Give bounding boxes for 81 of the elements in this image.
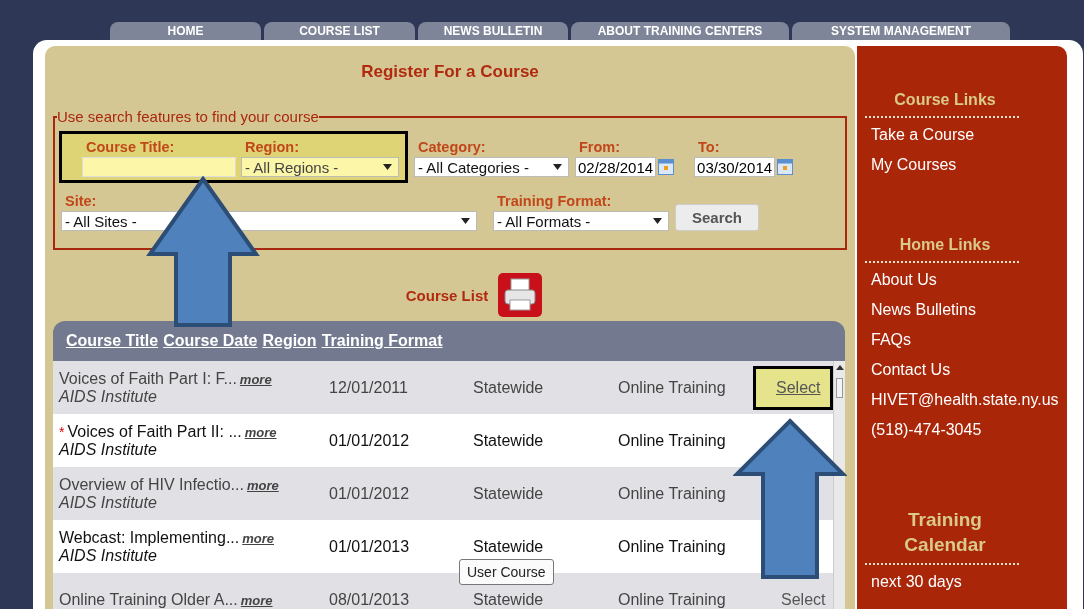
printer-icon[interactable] (498, 273, 543, 317)
course-region: Statewide (473, 537, 545, 556)
field-label: Region: (244, 139, 300, 155)
dropdown[interactable]: - All Categories - (414, 157, 569, 177)
dropdown[interactable]: - All Regions - (241, 157, 399, 177)
sidebar-link[interactable]: My Courses (871, 150, 1067, 180)
dropdown-caret-icon (383, 164, 392, 170)
sidebar-link[interactable]: News Bulletins (871, 295, 1067, 325)
sidebar-link[interactable]: next 30 days (871, 567, 1067, 597)
course-format: Online Training (618, 431, 727, 450)
more-link[interactable]: more (239, 371, 272, 387)
course-region: Statewide (473, 590, 545, 609)
course-title: Voices of Faith Part II: ... (67, 422, 242, 441)
more-link[interactable]: more (240, 592, 273, 608)
search-button[interactable]: Search (675, 204, 759, 231)
course-date: 12/01/2011 (329, 378, 409, 397)
new-course-marker: * (59, 423, 65, 440)
scrollbar-thumb[interactable] (836, 378, 843, 398)
scroll-up-icon[interactable] (835, 365, 844, 370)
date-input[interactable]: 03/30/2014 (694, 157, 776, 177)
nav-tab[interactable]: ABOUT TRAINING CENTERS (571, 22, 789, 40)
calendar-icon[interactable] (777, 159, 794, 175)
sidebar-heading: Course Links (865, 91, 1019, 118)
column-header-link[interactable]: Training Format (321, 332, 443, 350)
scrollbar[interactable] (833, 361, 845, 609)
course-title: Webcast: Implementing... (59, 528, 240, 547)
course-provider: AIDS Institute (59, 493, 158, 512)
course-title: Online Training Older A... (59, 590, 238, 609)
text-input[interactable] (82, 157, 236, 177)
course-provider: AIDS Institute (59, 387, 158, 406)
sidebar-heading: Home Links (865, 236, 1019, 263)
sidebar-link[interactable]: Contact Us (871, 355, 1067, 385)
course-title: Voices of Faith Part I: F... (59, 369, 237, 388)
course-date: 01/01/2013 (329, 537, 411, 556)
date-input[interactable]: 02/28/2014 (575, 157, 657, 177)
sidebar-heading: Training Calendar (865, 507, 1019, 565)
sidebar-link[interactable]: About Us (871, 265, 1067, 295)
search-legend: Use search features to find your course (57, 108, 319, 125)
field-label: Training Format: (496, 193, 613, 209)
course-format: Online Training (618, 537, 727, 556)
field-label: From: (578, 139, 622, 155)
page-title: Register For a Course (360, 62, 540, 83)
sidebar-link[interactable]: FAQs (871, 325, 1067, 355)
column-header-link[interactable]: Region (262, 332, 317, 350)
course-region: Statewide (473, 378, 545, 397)
course-date: 01/01/2012 (329, 431, 411, 450)
field-label: To: (697, 139, 721, 155)
nav-tab[interactable]: COURSE LIST (264, 22, 415, 40)
course-provider: AIDS Institute (59, 546, 158, 565)
course-title: Overview of HIV Infectio... (59, 475, 244, 494)
nav-tab[interactable]: NEWS BULLETIN (418, 22, 568, 40)
calendar-icon[interactable] (658, 159, 675, 175)
field-label: Category: (417, 139, 487, 155)
sidebar-link[interactable]: HIVET@health.state.ny.us (871, 385, 1067, 415)
dropdown-caret-icon (653, 218, 662, 224)
more-link[interactable]: more (246, 477, 279, 493)
course-format: Online Training (618, 590, 727, 609)
sidebar-link[interactable]: (518)-474-3045 (871, 415, 1067, 445)
nav-tab[interactable]: HOME (110, 22, 261, 40)
select-link[interactable]: Select (753, 365, 834, 410)
course-date: 01/01/2012 (329, 484, 411, 503)
dropdown[interactable]: - All Formats - (493, 211, 669, 231)
select-link[interactable]: Select (761, 580, 834, 609)
nav-tab[interactable]: SYSTEM MANAGEMENT (792, 22, 1010, 40)
course-date: 08/01/2013 (329, 590, 411, 609)
dropdown-caret-icon (553, 164, 562, 170)
sidebar-link[interactable]: Take a Course (871, 120, 1067, 150)
field-label: Site: (64, 193, 98, 209)
course-region: Statewide (473, 484, 545, 503)
more-link[interactable]: more (242, 530, 275, 546)
course-format: Online Training (618, 484, 727, 503)
course-provider: AIDS Institute (59, 440, 158, 459)
course-region: Statewide (473, 431, 545, 450)
column-header-link[interactable]: Course Date (163, 332, 258, 350)
course-format: Online Training (618, 378, 727, 397)
course-list-title: Course List (405, 286, 489, 304)
field-label: Course Title: (85, 139, 176, 155)
dropdown-caret-icon (461, 218, 470, 224)
tooltip: User Course (459, 559, 554, 585)
more-link[interactable]: more (244, 424, 277, 440)
column-header-link[interactable]: Course Title (66, 332, 159, 350)
